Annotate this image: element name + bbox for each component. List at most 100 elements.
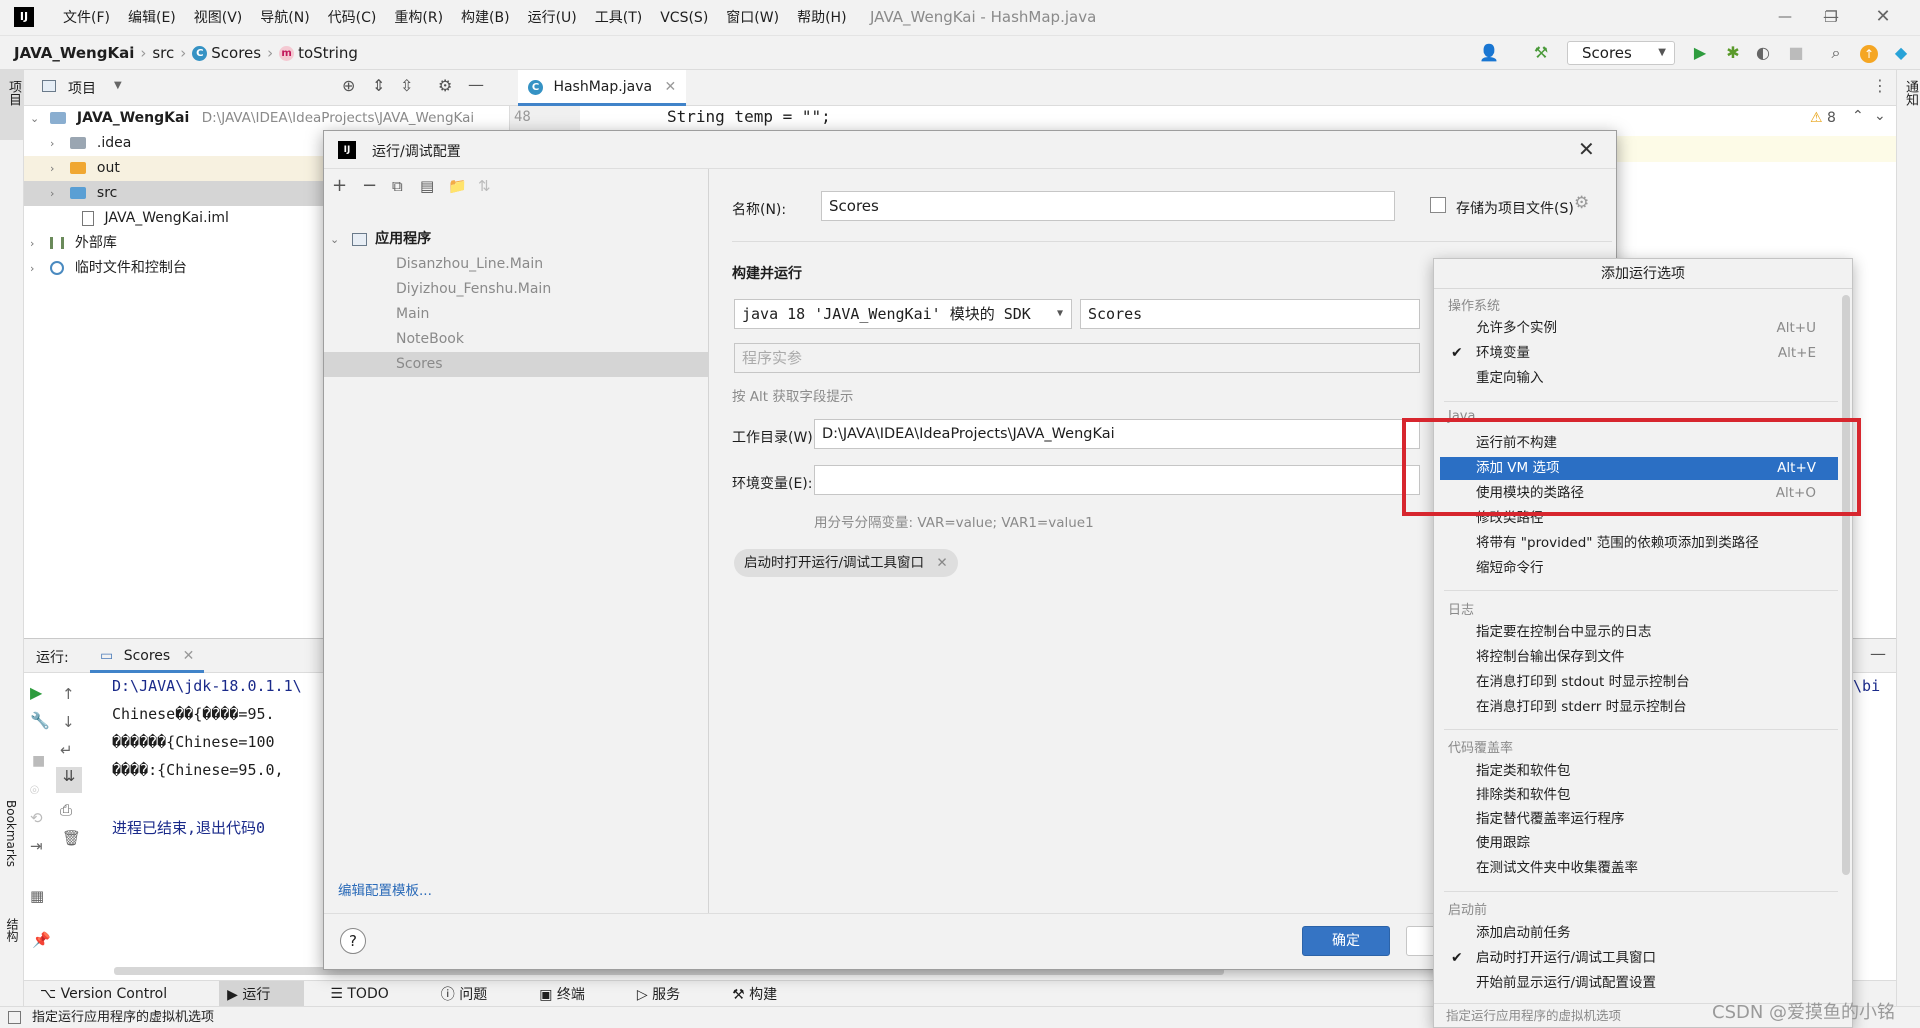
- run-config-select[interactable]: Scores ▼: [1567, 41, 1675, 65]
- save-icon[interactable]: ▤: [420, 177, 434, 195]
- tree-item-scratches[interactable]: › 临时文件和控制台: [30, 256, 187, 281]
- option-console-logs[interactable]: 指定要在控制台中显示的日志: [1434, 621, 1838, 644]
- expand-all-icon[interactable]: ⇕: [372, 76, 385, 95]
- remove-icon[interactable]: −: [362, 175, 377, 196]
- open-run-window-chip[interactable]: 启动时打开运行/调试工具窗口 ✕: [734, 549, 958, 577]
- update-icon[interactable]: ↑: [1860, 45, 1878, 63]
- bookmarks-tool-label[interactable]: Bookmarks: [4, 800, 18, 867]
- pin-icon[interactable]: 📌: [32, 931, 51, 949]
- tool-version-control[interactable]: ⌥ Version Control: [40, 986, 193, 1002]
- tool-problems[interactable]: ⓘ 问题: [441, 984, 513, 1004]
- scroll-to-end-icon[interactable]: ⇊: [56, 767, 82, 793]
- option-add-before-task[interactable]: 添加启动前任务: [1434, 922, 1838, 945]
- sort-icon[interactable]: ⇅: [478, 177, 491, 195]
- stop-icon[interactable]: ■: [32, 753, 45, 769]
- tool-terminal[interactable]: ▣ 终端: [539, 984, 611, 1004]
- warnings-indicator[interactable]: ⚠ 8: [1810, 110, 1836, 126]
- option-use-tracing[interactable]: 使用跟踪: [1434, 832, 1838, 855]
- option-coverage-classes[interactable]: 指定类和软件包: [1434, 760, 1838, 783]
- plugin-icon[interactable]: ◆: [1890, 42, 1912, 64]
- config-item[interactable]: Diyizhou_Fenshu.Main: [324, 277, 709, 302]
- build-hammer-icon[interactable]: ⚒: [1530, 42, 1552, 64]
- collapse-all-icon[interactable]: ⇳: [400, 76, 413, 95]
- folder-add-icon[interactable]: 📁: [448, 177, 467, 195]
- notifications-tool-label[interactable]: 通知: [1901, 80, 1920, 106]
- restore-window-icon[interactable]: ❐: [1808, 0, 1854, 34]
- menu-build[interactable]: 构建(B): [452, 0, 519, 36]
- stop-icon[interactable]: ■: [1785, 42, 1807, 64]
- arrow-down-icon[interactable]: ↓: [62, 713, 75, 731]
- close-window-icon[interactable]: ✕: [1860, 0, 1906, 34]
- config-item[interactable]: NoteBook: [324, 327, 709, 352]
- trash-icon[interactable]: 🗑: [62, 829, 81, 847]
- menu-file[interactable]: 文件(F): [54, 0, 119, 36]
- config-item[interactable]: Disanzhou_Line.Main: [324, 252, 709, 277]
- tab-run-scores[interactable]: ▭ Scores ✕: [90, 639, 205, 673]
- dump-threads-icon[interactable]: ⟲: [30, 809, 43, 827]
- workdir-input[interactable]: D:\JAVA\IDEA\IdeaProjects\JAVA_WengKai: [814, 419, 1420, 449]
- tree-item-external-libs[interactable]: › 外部库: [30, 231, 117, 256]
- main-class-input[interactable]: Scores: [1080, 299, 1420, 329]
- breadcrumb-method[interactable]: toString: [298, 36, 358, 70]
- env-input[interactable]: [814, 465, 1420, 495]
- print-icon[interactable]: ⎙: [60, 801, 72, 819]
- program-args-input[interactable]: 程序实参: [734, 343, 1420, 373]
- menu-view[interactable]: 视图(V): [185, 0, 252, 36]
- minimize-window-icon[interactable]: —: [1762, 0, 1808, 34]
- option-exclude-classes[interactable]: 排除类和软件包: [1434, 784, 1838, 807]
- popup-scrollbar[interactable]: [1842, 295, 1850, 875]
- option-env-vars[interactable]: ✔ 环境变量 Alt+E: [1434, 342, 1838, 365]
- config-item[interactable]: Main: [324, 302, 709, 327]
- soft-wrap-icon[interactable]: ↵: [60, 741, 73, 759]
- project-tool-button[interactable]: 项目: [0, 70, 23, 140]
- status-toggle-icon[interactable]: [8, 1011, 21, 1024]
- user-icon[interactable]: 👤: [1478, 42, 1500, 64]
- close-icon[interactable]: ✕: [1578, 137, 1595, 161]
- tool-services[interactable]: ▷ 服务: [637, 984, 706, 1004]
- chevron-down-icon[interactable]: ▼: [114, 80, 122, 91]
- option-alt-coverage-runner[interactable]: 指定替代覆盖率运行程序: [1434, 808, 1838, 831]
- tree-item-idea[interactable]: › .idea: [50, 131, 131, 156]
- menu-tools[interactable]: 工具(T): [586, 0, 651, 36]
- menu-vcs[interactable]: VCS(S): [651, 0, 717, 36]
- option-save-console[interactable]: 将控制台输出保存到文件: [1434, 646, 1838, 669]
- copy-icon[interactable]: ⧉: [392, 177, 403, 195]
- tool-build[interactable]: ⚒ 构建: [732, 984, 803, 1004]
- add-icon[interactable]: +: [332, 175, 347, 196]
- menu-run[interactable]: 运行(U): [519, 0, 586, 36]
- gear-icon[interactable]: ⚙: [1574, 193, 1589, 213]
- hide-icon[interactable]: —: [1870, 644, 1886, 663]
- breadcrumb-class[interactable]: Scores: [211, 36, 261, 70]
- tree-item-iml[interactable]: JAVA_WengKai.iml: [82, 206, 229, 231]
- menu-edit[interactable]: 编辑(E): [119, 0, 185, 36]
- camera-icon[interactable]: ⌾: [30, 781, 39, 799]
- breadcrumb-project[interactable]: JAVA_WengKai: [14, 36, 134, 70]
- tree-item-project-root[interactable]: ⌄ JAVA_WengKai D:\JAVA\IDEA\IdeaProjects…: [30, 106, 474, 131]
- option-redirect-input[interactable]: 重定向输入: [1434, 367, 1838, 390]
- arrow-up-icon[interactable]: ↑: [62, 685, 75, 703]
- tool-run[interactable]: ▶ 运行: [219, 980, 305, 1007]
- option-test-folder-coverage[interactable]: 在测试文件夹中收集覆盖率: [1434, 857, 1838, 880]
- option-allow-multiple[interactable]: 允许多个实例 Alt+U: [1434, 317, 1838, 340]
- config-item-selected[interactable]: Scores: [324, 352, 709, 377]
- breadcrumb-src[interactable]: src: [152, 36, 174, 70]
- structure-tool-label[interactable]: 结构: [4, 918, 21, 942]
- ok-button[interactable]: 确定: [1302, 926, 1390, 956]
- category-application[interactable]: ⌄ 应用程序: [330, 227, 431, 252]
- more-icon[interactable]: ⋮: [1872, 76, 1888, 95]
- help-icon[interactable]: ?: [340, 928, 366, 954]
- chevron-down-icon[interactable]: ⌄: [1874, 108, 1886, 124]
- chevron-up-icon[interactable]: ⌃: [1852, 108, 1864, 124]
- hide-icon[interactable]: —: [468, 75, 484, 94]
- option-shorten-cmdline[interactable]: 缩短命令行: [1434, 557, 1838, 580]
- option-add-provided[interactable]: 将带有 "provided" 范围的依赖项添加到类路径: [1434, 532, 1838, 555]
- tool-todo[interactable]: ☰ TODO: [330, 986, 414, 1002]
- name-input[interactable]: Scores: [821, 191, 1395, 221]
- menu-refactor[interactable]: 重构(R): [385, 0, 452, 36]
- close-icon[interactable]: ✕: [936, 555, 947, 571]
- menu-code[interactable]: 代码(C): [319, 0, 386, 36]
- code-line[interactable]: String temp = "";: [667, 106, 831, 128]
- project-panel-title[interactable]: 项目: [68, 78, 96, 98]
- rerun-icon[interactable]: ▶: [30, 683, 42, 702]
- menu-help[interactable]: 帮助(H): [788, 0, 855, 36]
